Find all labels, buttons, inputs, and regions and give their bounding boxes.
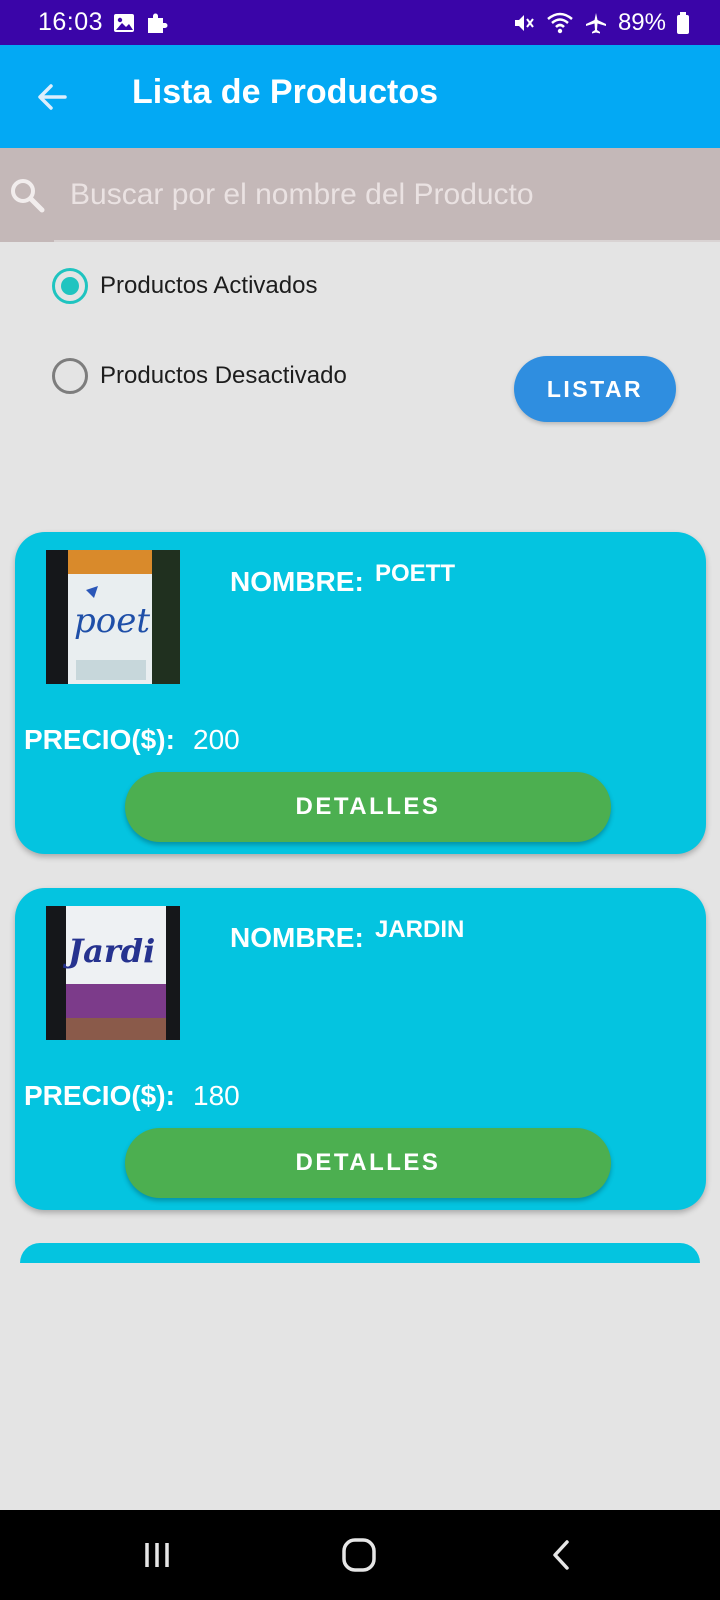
radio-button-unchecked[interactable] [52,358,88,394]
product-card-partial [20,1243,700,1263]
page-title: Lista de Productos [132,73,439,111]
product-price: 200 [193,724,240,755]
product-price: 180 [193,1080,240,1111]
details-button[interactable]: DETALLES [125,1128,611,1198]
back-icon [553,1540,569,1570]
listar-button[interactable]: LISTAR [514,356,676,422]
radio-productos-desactivado[interactable]: Productos Desactivado [52,358,347,394]
radio-productos-activados[interactable]: Productos Activados [52,268,317,304]
radio-button-checked[interactable] [52,268,88,304]
battery-percent: 89% [617,8,666,36]
app-bar: Lista de Productos [0,45,720,148]
status-time: 16:03 [38,8,104,36]
svg-text:poet: poet [74,601,150,641]
radio-label: Productos Desactivado [100,362,347,389]
product-image-poett: poet [46,550,180,684]
mute-icon [512,11,536,35]
system-nav-bar [0,1510,720,1600]
details-button[interactable]: DETALLES [125,772,611,842]
product-name: POETT [375,560,456,587]
product-price-label: PRECIO($): [24,1080,175,1111]
status-right: 89% [512,9,690,37]
product-card: Jardi NOMBRE: JARDIN PRECIO($): 180 DETA… [15,888,706,1210]
nav-back-button[interactable] [536,1530,586,1580]
status-bar: 16:03 89% [0,0,720,45]
back-button[interactable] [32,77,72,117]
search-icon [11,179,45,213]
product-name-label: NOMBRE: [230,566,364,597]
home-button[interactable] [334,1530,384,1580]
product-name: JARDIN [375,916,465,943]
product-card: poet NOMBRE: POETT PRECIO($): 200 DETALL… [15,532,706,854]
search-underline [54,240,720,242]
radio-label: Productos Activados [100,272,318,299]
airplane-icon [584,11,608,35]
search-input[interactable] [70,170,710,220]
wifi-icon [546,11,574,35]
recents-button[interactable] [132,1530,182,1580]
home-icon [342,1538,376,1572]
image-icon [113,12,135,34]
status-left: 16:03 [38,8,169,37]
recents-icon [145,1543,169,1567]
product-name-label: NOMBRE: [230,922,364,953]
svg-text:Jardi: Jardi [62,932,155,970]
battery-icon [676,11,690,35]
arrow-back-icon [38,84,67,110]
puzzle-icon [145,11,169,35]
product-price-label: PRECIO($): [24,724,175,755]
product-image-jardin: Jardi [46,906,180,1040]
search-bar [0,148,720,242]
